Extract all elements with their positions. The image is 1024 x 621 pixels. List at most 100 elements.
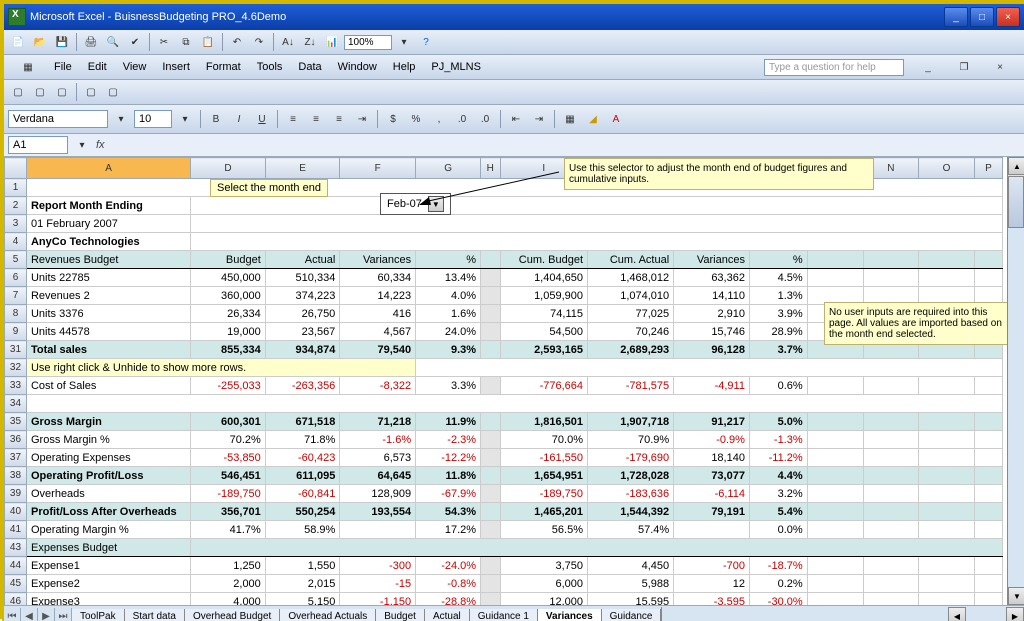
cell[interactable]: Revenues 2 bbox=[26, 287, 190, 305]
cell[interactable]: -6,114 bbox=[674, 485, 750, 503]
cell[interactable] bbox=[919, 413, 975, 431]
cell[interactable]: Variances bbox=[340, 251, 416, 269]
cell[interactable]: 0.6% bbox=[749, 377, 807, 395]
cell[interactable] bbox=[974, 593, 1002, 606]
cell[interactable] bbox=[919, 269, 975, 287]
cell[interactable] bbox=[863, 557, 919, 575]
cell[interactable]: 70,246 bbox=[588, 323, 674, 341]
cell[interactable]: 0.2% bbox=[749, 575, 807, 593]
row-header[interactable]: 46 bbox=[5, 593, 27, 606]
cell[interactable]: 79,540 bbox=[340, 341, 416, 359]
cell[interactable]: -12.2% bbox=[416, 449, 481, 467]
cell[interactable] bbox=[974, 449, 1002, 467]
zoom-box[interactable]: 100% bbox=[344, 35, 392, 50]
cell[interactable] bbox=[481, 593, 500, 606]
menu-help[interactable]: Help bbox=[385, 59, 424, 75]
cell[interactable]: Expense3 bbox=[26, 593, 190, 606]
cell[interactable] bbox=[974, 269, 1002, 287]
cell[interactable] bbox=[481, 377, 500, 395]
cell[interactable]: -28.8% bbox=[416, 593, 481, 606]
save-icon[interactable]: 💾 bbox=[52, 32, 72, 52]
cell[interactable] bbox=[191, 215, 1003, 233]
cell[interactable] bbox=[974, 431, 1002, 449]
cell[interactable]: 71,218 bbox=[340, 413, 416, 431]
cell[interactable]: % bbox=[749, 251, 807, 269]
cell[interactable] bbox=[481, 467, 500, 485]
cell[interactable]: Cum. Actual bbox=[588, 251, 674, 269]
cell[interactable]: 356,701 bbox=[191, 503, 266, 521]
cell[interactable] bbox=[974, 467, 1002, 485]
column-header[interactable]: E bbox=[265, 158, 340, 179]
menu-insert[interactable]: Insert bbox=[154, 59, 198, 75]
cell[interactable]: Gross Margin % bbox=[26, 431, 190, 449]
cell[interactable]: 2,593,165 bbox=[500, 341, 588, 359]
cell[interactable] bbox=[481, 575, 500, 593]
cell[interactable] bbox=[974, 521, 1002, 539]
cell[interactable]: 11.9% bbox=[416, 413, 481, 431]
cell[interactable] bbox=[481, 323, 500, 341]
cell[interactable] bbox=[974, 575, 1002, 593]
cell[interactable] bbox=[863, 377, 919, 395]
new-icon[interactable]: 📄 bbox=[8, 32, 28, 52]
row-header[interactable]: 35 bbox=[5, 413, 27, 431]
tool-icon[interactable]: ▢ bbox=[30, 82, 50, 102]
cell[interactable]: 855,334 bbox=[191, 341, 266, 359]
font-dropdown-icon[interactable]: ▾ bbox=[111, 109, 131, 129]
cell[interactable] bbox=[481, 341, 500, 359]
cell[interactable]: 91,217 bbox=[674, 413, 750, 431]
cell[interactable] bbox=[863, 413, 919, 431]
cell[interactable]: -30.0% bbox=[749, 593, 807, 606]
namebox-dropdown-icon[interactable]: ▾ bbox=[72, 135, 92, 155]
cell[interactable] bbox=[974, 485, 1002, 503]
cell[interactable]: Expense1 bbox=[26, 557, 190, 575]
cell[interactable]: Profit/Loss After Overheads bbox=[26, 503, 190, 521]
align-right-button[interactable]: ≡ bbox=[329, 109, 349, 129]
cell[interactable]: 70.0% bbox=[500, 431, 588, 449]
cell[interactable] bbox=[481, 557, 500, 575]
row-header[interactable]: 36 bbox=[5, 431, 27, 449]
menu-format[interactable]: Format bbox=[198, 59, 249, 75]
cell[interactable]: 74,115 bbox=[500, 305, 588, 323]
cell[interactable]: -255,033 bbox=[191, 377, 266, 395]
cell[interactable]: 71.8% bbox=[265, 431, 340, 449]
cell[interactable]: -0.9% bbox=[674, 431, 750, 449]
cell[interactable]: 12 bbox=[674, 575, 750, 593]
cell[interactable]: 2,910 bbox=[674, 305, 750, 323]
cell[interactable]: Use right click & Unhide to show more ro… bbox=[26, 359, 415, 377]
cell[interactable]: 1,550 bbox=[265, 557, 340, 575]
sort-desc-icon[interactable]: Z↓ bbox=[300, 32, 320, 52]
row-header[interactable]: 44 bbox=[5, 557, 27, 575]
vertical-scrollbar[interactable]: ▲ ▼ bbox=[1007, 157, 1024, 605]
fill-color-button[interactable]: ◢ bbox=[583, 109, 603, 129]
cell[interactable]: 2,015 bbox=[265, 575, 340, 593]
cell[interactable]: -189,750 bbox=[191, 485, 266, 503]
percent-button[interactable]: % bbox=[406, 109, 426, 129]
cell[interactable] bbox=[863, 521, 919, 539]
cell[interactable]: 79,191 bbox=[674, 503, 750, 521]
cell[interactable]: -53,850 bbox=[191, 449, 266, 467]
cell[interactable] bbox=[481, 251, 500, 269]
cell[interactable]: -60,423 bbox=[265, 449, 340, 467]
cell[interactable]: 77,025 bbox=[588, 305, 674, 323]
cell[interactable]: 54,500 bbox=[500, 323, 588, 341]
row-header[interactable]: 37 bbox=[5, 449, 27, 467]
sheet-tab[interactable]: Guidance 1 bbox=[470, 609, 538, 621]
cell[interactable]: -4,911 bbox=[674, 377, 750, 395]
menu-data[interactable]: Data bbox=[290, 59, 329, 75]
currency-button[interactable]: $ bbox=[383, 109, 403, 129]
sheet-tab[interactable]: Guidance bbox=[602, 609, 662, 621]
cell[interactable]: Cum. Budget bbox=[500, 251, 588, 269]
cell[interactable]: -263,356 bbox=[265, 377, 340, 395]
cell[interactable]: Operating Margin % bbox=[26, 521, 190, 539]
cell[interactable]: 510,334 bbox=[265, 269, 340, 287]
tab-nav-prev-icon[interactable]: ◀ bbox=[21, 608, 38, 621]
maximize-button[interactable]: □ bbox=[970, 7, 994, 27]
cell[interactable]: 18,140 bbox=[674, 449, 750, 467]
row-header[interactable]: 32 bbox=[5, 359, 27, 377]
cell[interactable]: 671,518 bbox=[265, 413, 340, 431]
cell[interactable]: 41.7% bbox=[191, 521, 266, 539]
cell[interactable] bbox=[807, 251, 863, 269]
cell[interactable] bbox=[807, 449, 863, 467]
cell[interactable]: 1,074,010 bbox=[588, 287, 674, 305]
cell[interactable] bbox=[863, 503, 919, 521]
